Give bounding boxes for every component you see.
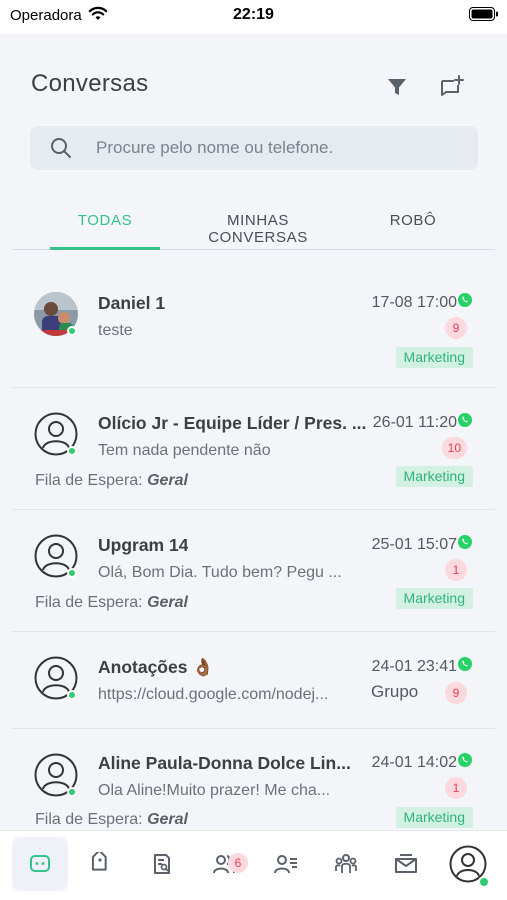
last-message-preview: https://cloud.google.com/nodej... [98, 686, 329, 703]
conversation-row[interactable]: Upgram 14 25-01 15:07 Olá, Bom Dia. Tudo… [12, 510, 495, 632]
search-input[interactable] [96, 126, 466, 170]
online-status-dot [67, 690, 77, 700]
groups-icon [335, 854, 357, 873]
filter-button[interactable] [384, 74, 410, 100]
message-time: 25-01 15:07 [371, 536, 457, 553]
unread-count-badge: 9 [445, 317, 467, 339]
online-status-dot [67, 787, 77, 797]
queue-label: Fila de Espera: [35, 811, 143, 828]
conversation-row[interactable]: Anotações 👌🏾 24-01 23:41 https://cloud.g… [12, 632, 495, 729]
contact-name: Upgram 14 [98, 535, 189, 555]
contact-name: Olício Jr - Equipe Líder / Pres. ... [98, 413, 367, 433]
whatsapp-icon [458, 293, 472, 307]
whatsapp-icon [458, 657, 472, 671]
group-label: Grupo [371, 682, 419, 701]
queue-name: Geral [147, 594, 188, 611]
queue-info: Fila de Espera: Geral [35, 472, 188, 490]
last-message-preview: Ola Aline!Muito prazer! Me cha... [98, 782, 331, 799]
mail-icon [395, 854, 417, 873]
whatsapp-icon [458, 413, 472, 427]
report-icon [154, 854, 170, 874]
conversation-tag[interactable]: Marketing [395, 807, 473, 828]
nav-tags[interactable] [72, 837, 128, 891]
message-time: 24-01 23:41 [371, 658, 457, 675]
nav-reports[interactable] [134, 837, 190, 891]
new-chat-button[interactable] [438, 73, 466, 101]
last-message-preview: Olá, Bom Dia. Tudo bem? Pegu ... [98, 564, 342, 581]
contacts-count-badge: 6 [228, 853, 248, 873]
user-list-icon [274, 855, 297, 874]
contact-name: Aline Paula-Donna Dolce Lin... [98, 753, 351, 773]
search-icon [51, 138, 71, 158]
last-message-preview: Tem nada pendente não [98, 442, 271, 459]
nav-groups[interactable] [318, 837, 374, 891]
unread-count-badge: 1 [445, 777, 467, 799]
tab-minhas-conversas[interactable]: MINHAS CONVERSAS [178, 204, 338, 250]
message-time: 26-01 11:20 [372, 414, 457, 431]
whatsapp-icon [458, 753, 472, 767]
online-status-dot [67, 326, 77, 336]
conversations-screen: Conversas TODAS MINHAS CONVERSAS ROBÔ [0, 34, 507, 830]
tab-robo[interactable]: ROBÔ [384, 204, 442, 250]
battery-icon [469, 7, 498, 21]
online-status-dot [67, 568, 77, 578]
new-chat-icon [441, 75, 464, 96]
nav-contacts[interactable]: 6 [196, 837, 252, 891]
last-message-preview: teste [98, 322, 133, 339]
bottom-navigation: 6 [0, 830, 507, 900]
conversation-row[interactable]: Daniel 1 17-08 17:00 teste 9 Marketing [12, 268, 495, 388]
conversation-tag[interactable]: Marketing [395, 347, 473, 368]
online-status-dot [67, 446, 77, 456]
message-time: 24-01 14:02 [371, 754, 457, 771]
profile-online-dot [478, 876, 490, 888]
filter-icon [388, 79, 406, 95]
unread-count-badge: 1 [445, 559, 467, 581]
chat-icon [30, 855, 50, 872]
queue-name: Geral [147, 811, 188, 828]
queue-info: Fila de Espera: Geral [35, 594, 188, 612]
whatsapp-icon [458, 535, 472, 549]
conversation-tag[interactable]: Marketing [395, 588, 473, 609]
status-bar: Operadora 22:19 [0, 0, 507, 34]
tab-todas[interactable]: TODAS [50, 204, 160, 250]
unread-count-badge: 10 [441, 437, 467, 459]
queue-name: Geral [147, 472, 188, 489]
page-title: Conversas [31, 70, 149, 97]
queue-label: Fila de Espera: [35, 594, 143, 611]
tab-bar: TODAS MINHAS CONVERSAS ROBÔ [12, 204, 495, 250]
search-bar [30, 126, 478, 170]
nav-user-list[interactable] [258, 837, 314, 891]
unread-count-badge: 9 [445, 682, 467, 704]
conversation-row[interactable]: Aline Paula-Donna Dolce Lin... 24-01 14:… [12, 729, 495, 830]
conversation-tag[interactable]: Marketing [395, 466, 473, 487]
queue-label: Fila de Espera: [35, 472, 143, 489]
clock: 22:19 [233, 6, 274, 23]
nav-messages[interactable] [378, 837, 434, 891]
conversation-row[interactable]: Olício Jr - Equipe Líder / Pres. ... 26-… [12, 388, 495, 510]
tag-icon [91, 852, 107, 871]
nav-conversations[interactable] [12, 837, 68, 891]
message-time: 17-08 17:00 [371, 294, 457, 311]
contact-name: Daniel 1 [98, 293, 166, 313]
contact-name: Anotações 👌🏾 [98, 657, 215, 677]
queue-info: Fila de Espera: Geral [35, 811, 188, 829]
